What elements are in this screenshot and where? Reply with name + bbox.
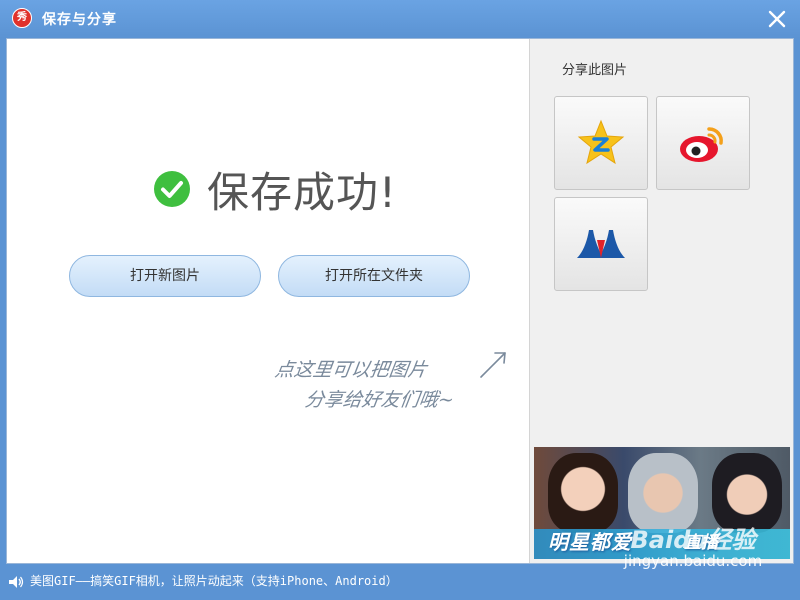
speaker-icon (9, 576, 24, 588)
ad-photo-1 (548, 453, 618, 533)
save-share-window: 秀 保存与分享 保存成功! 打开新图片 打开所在文件夹 点这里可以把图片 分享给… (0, 0, 800, 600)
title-bar: 秀 保存与分享 (0, 0, 800, 38)
share-weibo-button[interactable] (656, 96, 750, 190)
baidu-logo: Baidu经验 (630, 526, 756, 554)
ad-photo-3 (712, 453, 782, 533)
close-icon (768, 10, 786, 28)
qzone-icon (577, 119, 625, 165)
arrow-icon (480, 352, 506, 378)
promo-link[interactable]: 美图GIF——搞笑GIF相机，让照片动起来（支持iPhone、Android） (30, 572, 398, 589)
window-title: 保存与分享 (42, 12, 117, 28)
success-text: 保存成功! (207, 167, 397, 217)
open-folder-button[interactable]: 打开所在文件夹 (278, 255, 470, 297)
meitu-logo-icon: 秀 (12, 8, 32, 28)
baidu-jingyan-watermark: Baidu经验 jingyan.baidu.com (598, 528, 788, 570)
save-success-message: 保存成功! (153, 161, 397, 217)
share-renren-button[interactable] (554, 197, 648, 291)
watermark-url: jingyan.baidu.com (623, 552, 763, 570)
weibo-icon (680, 127, 723, 162)
share-hint-line2: 分享给好友们哦~ (303, 389, 456, 411)
share-qzone-button[interactable] (554, 96, 648, 190)
main-pane: 保存成功! 打开新图片 打开所在文件夹 点这里可以把图片 分享给好友们哦~ (7, 39, 529, 563)
close-button[interactable] (764, 6, 790, 32)
ad-photo-2 (628, 453, 698, 533)
dialog-content: 保存成功! 打开新图片 打开所在文件夹 点这里可以把图片 分享给好友们哦~ 分享… (6, 38, 794, 564)
share-pane: 分享此图片 明星都爱 直播 (529, 39, 793, 563)
open-new-image-button[interactable]: 打开新图片 (69, 255, 261, 297)
share-title: 分享此图片 (562, 63, 628, 78)
renren-icon (577, 230, 625, 258)
check-circle-icon (154, 171, 190, 207)
